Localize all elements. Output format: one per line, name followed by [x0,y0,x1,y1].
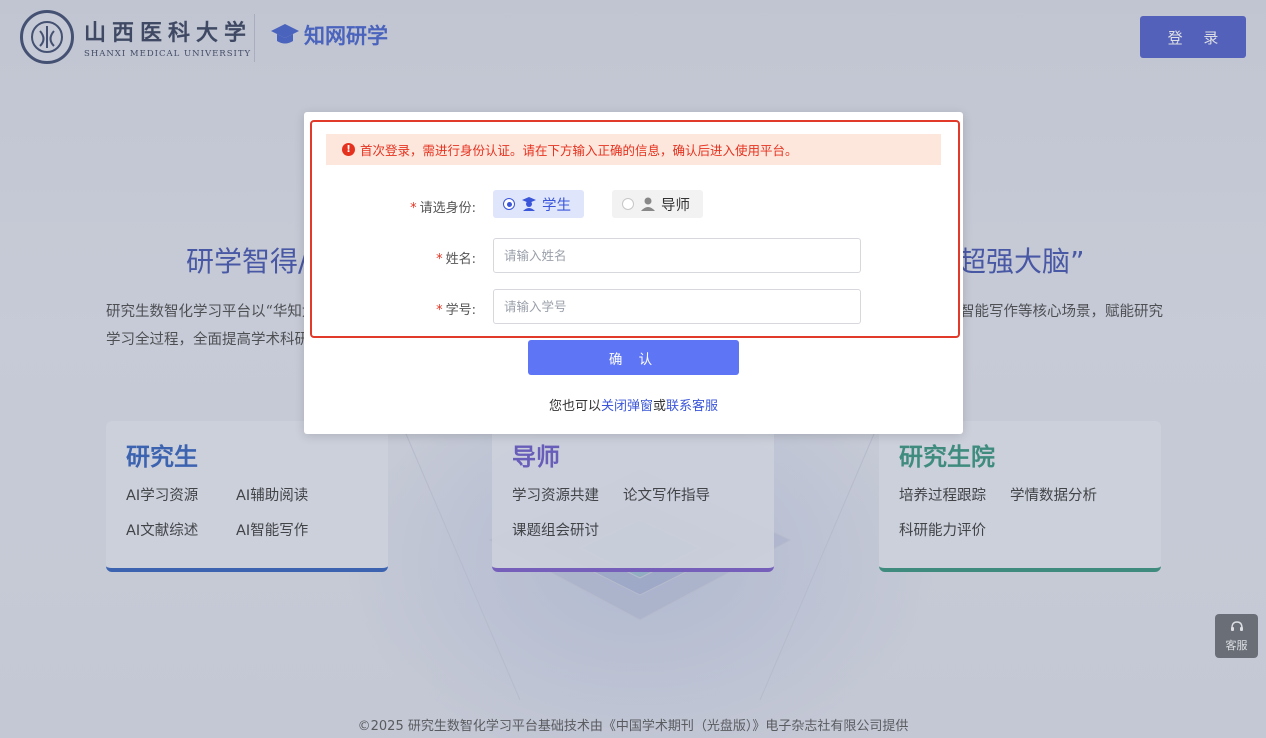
student-id-label: * 学号: [436,303,476,318]
radio-unchecked-icon [622,198,634,210]
mentor-icon [641,197,655,211]
role-mentor-label: 导师 [661,197,690,214]
role-label: * 请选身份: [410,201,476,216]
role-option-student[interactable]: 学生 [493,190,584,218]
alert-text: 首次登录，需进行身份认证。请在下方输入正确的信息，确认后进入使用平台。 [360,143,798,158]
confirm-button[interactable]: 确 认 [528,340,739,375]
name-input[interactable] [493,238,861,273]
close-modal-link[interactable]: 关闭弹窗 [601,399,653,414]
radio-checked-icon [503,198,515,210]
role-option-mentor[interactable]: 导师 [612,190,703,218]
first-login-alert: ! 首次登录，需进行身份认证。请在下方输入正确的信息，确认后进入使用平台。 [326,134,941,165]
modal-footer: 您也可以关闭弹窗或联系客服 [548,399,719,414]
student-id-input[interactable] [493,289,861,324]
warning-icon: ! [342,143,355,156]
contact-support-link[interactable]: 联系客服 [666,399,718,414]
name-label: * 姓名: [436,252,476,267]
student-icon [522,197,536,211]
role-student-label: 学生 [542,197,571,214]
